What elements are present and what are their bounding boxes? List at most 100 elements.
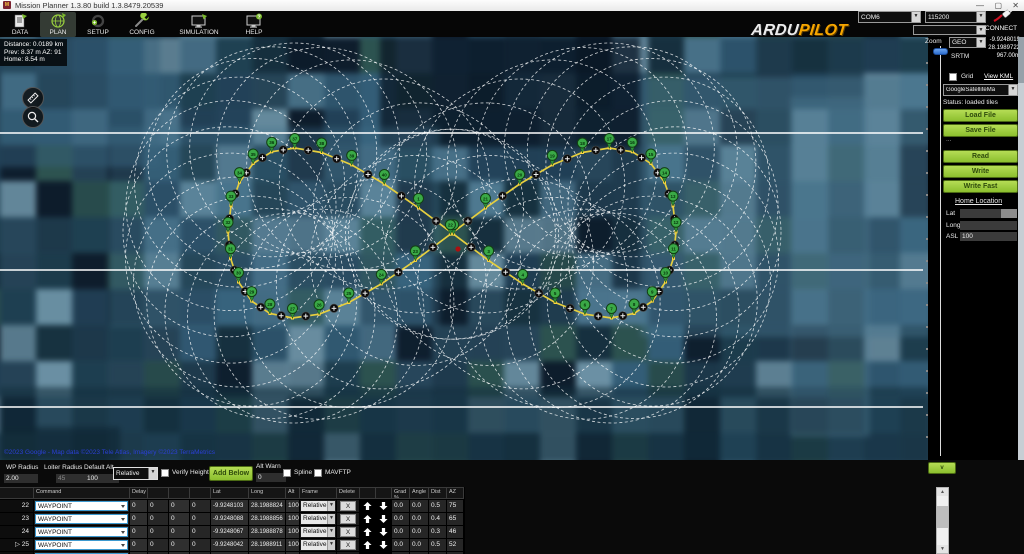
alt-source-select[interactable]: GEO ▼ <box>949 37 986 48</box>
insert-midpoint-marker[interactable] <box>565 303 575 313</box>
command-cell[interactable]: WAYPOINT <box>34 539 130 551</box>
insert-midpoint-marker[interactable] <box>531 170 541 180</box>
wp-radius-input[interactable]: 2.00 <box>4 474 38 483</box>
move-down-cell[interactable] <box>376 500 392 512</box>
verify-height-checkbox[interactable] <box>161 469 169 477</box>
frame-select[interactable]: Relative ▼ <box>301 527 335 537</box>
param-cell[interactable]: 0 <box>148 526 169 538</box>
move-down-icon[interactable] <box>379 527 388 537</box>
insert-midpoint-marker[interactable] <box>428 242 438 252</box>
delete-row-button[interactable]: X <box>340 514 356 524</box>
delete-row-button[interactable]: X <box>340 540 356 550</box>
command-cell[interactable]: WAYPOINT <box>34 500 130 512</box>
command-select[interactable]: WAYPOINT <box>35 540 128 550</box>
frame-cell[interactable]: Relative ▼ <box>300 539 337 551</box>
param-cell[interactable]: 0 <box>190 500 211 512</box>
write-button[interactable]: Write <box>943 165 1018 178</box>
frame-cell[interactable]: Relative ▼ <box>300 526 337 538</box>
grid-checkbox[interactable] <box>949 73 957 81</box>
insert-midpoint-marker[interactable] <box>278 145 288 155</box>
alt-cell[interactable]: 100 <box>286 526 300 538</box>
delete-row-button[interactable]: X <box>340 501 356 511</box>
mavftp-checkbox[interactable] <box>314 469 322 477</box>
chevron-down-icon[interactable]: ▼ <box>976 12 985 22</box>
panel-scrollbar[interactable] <box>1018 37 1024 460</box>
delete-row-button[interactable]: X <box>340 527 356 537</box>
param-cell[interactable]: 0 <box>169 526 190 538</box>
insert-midpoint-marker[interactable] <box>534 288 544 298</box>
param-cell[interactable]: 0 <box>148 539 169 551</box>
save-file-button[interactable]: Save File <box>943 124 1018 137</box>
command-cell[interactable]: WAYPOINT <box>34 526 130 538</box>
insert-midpoint-marker[interactable] <box>463 216 473 226</box>
param-cell[interactable]: 0 <box>148 500 169 512</box>
param-cell[interactable]: 0 <box>130 513 148 525</box>
move-up-cell[interactable] <box>360 513 376 525</box>
insert-midpoint-marker[interactable] <box>637 153 647 163</box>
param-cell[interactable]: 0 <box>130 539 148 551</box>
insert-midpoint-marker[interactable] <box>616 145 626 155</box>
insert-midpoint-marker[interactable] <box>501 267 511 277</box>
tab-help[interactable]: ? HELP <box>236 12 272 37</box>
command-select[interactable]: WAYPOINT <box>35 501 128 511</box>
table-scrollbar-thumb[interactable] <box>937 506 948 528</box>
insert-midpoint-marker[interactable] <box>256 302 266 312</box>
move-down-icon[interactable] <box>379 540 388 550</box>
frame-select[interactable]: Relative ▼ <box>113 467 158 480</box>
alt-cell[interactable]: 100 <box>286 539 300 551</box>
lat-cell[interactable]: -9.9248067 <box>211 526 249 538</box>
move-down-cell[interactable] <box>376 539 392 551</box>
chevron-down-icon[interactable]: ▼ <box>911 12 920 22</box>
frame-select[interactable]: Relative ▼ <box>301 514 335 524</box>
move-up-icon[interactable] <box>363 527 372 537</box>
home-long-input[interactable] <box>960 221 1017 230</box>
alt-cell[interactable]: 100 <box>286 513 300 525</box>
tab-data[interactable]: DATA <box>2 12 38 37</box>
insert-midpoint-marker[interactable] <box>618 311 628 321</box>
tab-simulation[interactable]: SIMULATION <box>166 12 232 37</box>
move-down-cell[interactable] <box>376 526 392 538</box>
lat-cell[interactable]: -9.9248103 <box>211 500 249 512</box>
insert-midpoint-marker[interactable] <box>591 145 601 155</box>
insert-midpoint-marker[interactable] <box>498 191 508 201</box>
map-type-select[interactable]: GoogleSatelliteMa ▼ <box>943 84 1018 96</box>
tab-config[interactable]: CONFIG <box>120 12 164 37</box>
param-cell[interactable]: 0 <box>169 500 190 512</box>
command-select[interactable]: WAYPOINT <box>35 514 128 524</box>
connect-button[interactable]: CONNECT <box>985 25 1017 32</box>
panel-scrollbar-thumb[interactable] <box>1018 37 1024 83</box>
com-port-select[interactable]: COM6 ▼ <box>858 11 921 23</box>
param-cell[interactable]: 0 <box>190 539 211 551</box>
insert-midpoint-marker[interactable] <box>363 170 373 180</box>
alt-warn-input[interactable]: 0 <box>256 473 286 482</box>
long-cell[interactable]: 28.1988911 <box>249 539 286 551</box>
zoom-slider-track[interactable] <box>940 46 941 456</box>
frame-select[interactable]: Relative ▼ <box>301 540 335 550</box>
alt-cell[interactable]: 100 <box>286 500 300 512</box>
long-cell[interactable]: 28.1988878 <box>249 526 286 538</box>
map-canvas[interactable]: 1234567891011121314151617181920212223242… <box>0 37 928 460</box>
frame-cell[interactable]: Relative ▼ <box>300 513 337 525</box>
lat-cell[interactable]: -9.9248088 <box>211 513 249 525</box>
param-cell[interactable]: 0 <box>148 513 169 525</box>
frame-cell[interactable]: Relative ▼ <box>300 500 337 512</box>
move-down-icon[interactable] <box>379 514 388 524</box>
move-up-icon[interactable] <box>363 501 372 511</box>
command-select[interactable]: WAYPOINT <box>35 527 128 537</box>
command-cell[interactable]: WAYPOINT <box>34 513 130 525</box>
baud-rate-select[interactable]: 115200 ▼ <box>925 11 986 23</box>
param-cell[interactable]: 0 <box>190 526 211 538</box>
scroll-down-icon[interactable]: ▼ <box>937 545 948 553</box>
param-cell[interactable]: 0 <box>190 513 211 525</box>
insert-midpoint-marker[interactable] <box>329 303 339 313</box>
spline-checkbox[interactable] <box>283 469 291 477</box>
tab-plan[interactable]: PLAN <box>40 12 76 37</box>
move-down-icon[interactable] <box>379 501 388 511</box>
long-cell[interactable]: 28.1988824 <box>249 500 286 512</box>
insert-midpoint-marker[interactable] <box>593 311 603 321</box>
insert-midpoint-marker[interactable] <box>393 267 403 277</box>
insert-midpoint-marker[interactable] <box>466 242 476 252</box>
home-lat-input[interactable] <box>960 209 1017 218</box>
chevron-down-icon[interactable]: ▼ <box>976 26 985 34</box>
insert-midpoint-marker[interactable] <box>638 302 648 312</box>
